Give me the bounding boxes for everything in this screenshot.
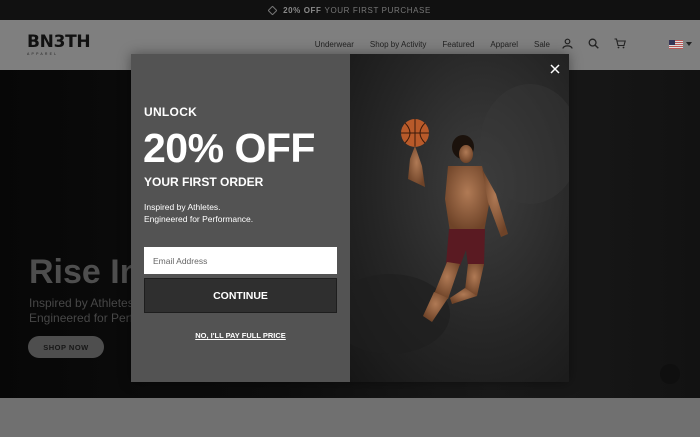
decline-link[interactable]: NO, I'LL PAY FULL PRICE bbox=[131, 331, 350, 340]
popup-tagline-line2: Engineered for Performance. bbox=[144, 214, 254, 224]
main-nav: Underwear Shop by Activity Featured Appa… bbox=[315, 40, 550, 49]
nav-item-apparel[interactable]: Apparel bbox=[490, 40, 518, 49]
discount-popup: UNLOCK 20% OFF YOUR FIRST ORDER Inspired… bbox=[131, 54, 569, 382]
logo-subtext: APPAREL bbox=[27, 52, 59, 56]
nav-item-underwear[interactable]: Underwear bbox=[315, 40, 354, 49]
close-icon[interactable] bbox=[549, 62, 561, 80]
popup-unlock-text: UNLOCK bbox=[144, 105, 198, 119]
announcement-bar: 20% OFF YOUR FIRST PURCHASE bbox=[0, 0, 700, 20]
popup-subheading: YOUR FIRST ORDER bbox=[144, 175, 264, 189]
popup-image bbox=[350, 54, 569, 382]
nav-item-sale[interactable]: Sale bbox=[534, 40, 550, 49]
logo-text: BN3TH bbox=[27, 32, 91, 52]
search-icon[interactable] bbox=[588, 38, 599, 49]
header-icons bbox=[562, 38, 626, 49]
nav-item-shop-by-activity[interactable]: Shop by Activity bbox=[370, 40, 426, 49]
announcement-text: YOUR FIRST PURCHASE bbox=[324, 5, 431, 15]
athlete-dunking-basketball bbox=[350, 84, 569, 354]
popup-tagline-line1: Inspired by Athletes. bbox=[144, 202, 221, 212]
announcement-highlight: 20% OFF bbox=[283, 5, 322, 15]
popup-tagline: Inspired by Athletes. Engineered for Per… bbox=[144, 201, 253, 225]
nav-item-featured[interactable]: Featured bbox=[442, 40, 474, 49]
brand-logo[interactable]: BN3TH APPAREL bbox=[27, 32, 91, 56]
us-flag-icon[interactable] bbox=[669, 40, 683, 49]
tag-icon bbox=[267, 5, 278, 15]
cart-icon[interactable] bbox=[614, 38, 626, 49]
popup-discount: 20% OFF bbox=[143, 125, 315, 171]
popup-form-panel: UNLOCK 20% OFF YOUR FIRST ORDER Inspired… bbox=[131, 54, 350, 382]
continue-button[interactable]: CONTINUE bbox=[144, 278, 337, 313]
account-icon[interactable] bbox=[562, 38, 573, 49]
email-field[interactable] bbox=[144, 247, 337, 274]
chevron-down-icon[interactable] bbox=[686, 42, 692, 46]
